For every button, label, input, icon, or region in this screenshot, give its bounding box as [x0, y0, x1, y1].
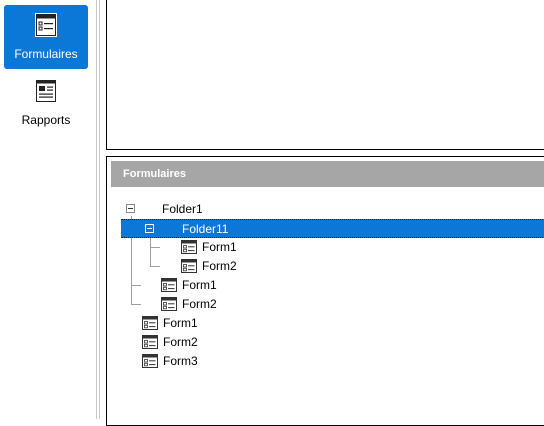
tree-item-label: Form1 [182, 278, 217, 292]
nav-label-rapports: Rapports [21, 113, 71, 127]
forms-tree: Folder1 Folder11 Form1 Form2 Form1 Form2… [107, 197, 544, 425]
left-navigation: Formulaires Rapports [0, 0, 96, 419]
nav-item-formulaires[interactable]: Formulaires [4, 5, 88, 69]
forms-icon [35, 13, 57, 37]
tree-item-label: Folder1 [162, 202, 203, 216]
tree-item-label: Form1 [202, 240, 237, 254]
form-icon [161, 297, 177, 311]
form-icon [181, 240, 197, 254]
tree-item-label: Form2 [182, 297, 217, 311]
tree-item-label: Folder11 [182, 222, 229, 236]
forms-panel: Formulaires Folder1 Folder11 Form1 Form2… [106, 156, 544, 426]
nav-item-rapports[interactable]: Rapports [4, 71, 88, 135]
tree-item-form[interactable]: Form2 [107, 333, 544, 352]
form-icon [161, 278, 177, 292]
tree-item-form[interactable]: Form1 [107, 276, 544, 295]
tree-item-form[interactable]: Form3 [107, 352, 544, 371]
tree-item-form[interactable]: Form1 [107, 314, 544, 333]
tree-item-form[interactable]: Form1 [107, 238, 544, 257]
tree-item-label: Form3 [163, 354, 198, 368]
nav-divider [96, 0, 97, 419]
nav-divider [99, 0, 100, 419]
top-panel [106, 0, 544, 150]
tree-item-label: Form2 [202, 259, 237, 273]
tree-item-form[interactable]: Form2 [107, 295, 544, 314]
section-header: Formulaires [111, 161, 544, 187]
form-icon [181, 259, 197, 273]
tree-item-label: Form1 [163, 316, 198, 330]
form-icon [142, 335, 158, 349]
report-icon [36, 80, 56, 102]
nav-label-formulaires: Formulaires [14, 47, 78, 61]
tree-item-label: Form2 [163, 335, 198, 349]
collapse-icon[interactable] [145, 224, 154, 233]
collapse-icon[interactable] [126, 204, 135, 213]
form-icon [142, 316, 158, 330]
form-icon [142, 354, 158, 368]
tree-item-folder11[interactable]: Folder11 [121, 219, 544, 238]
tree-item-form[interactable]: Form2 [107, 257, 544, 276]
tree-item-folder1[interactable]: Folder1 [107, 200, 544, 219]
